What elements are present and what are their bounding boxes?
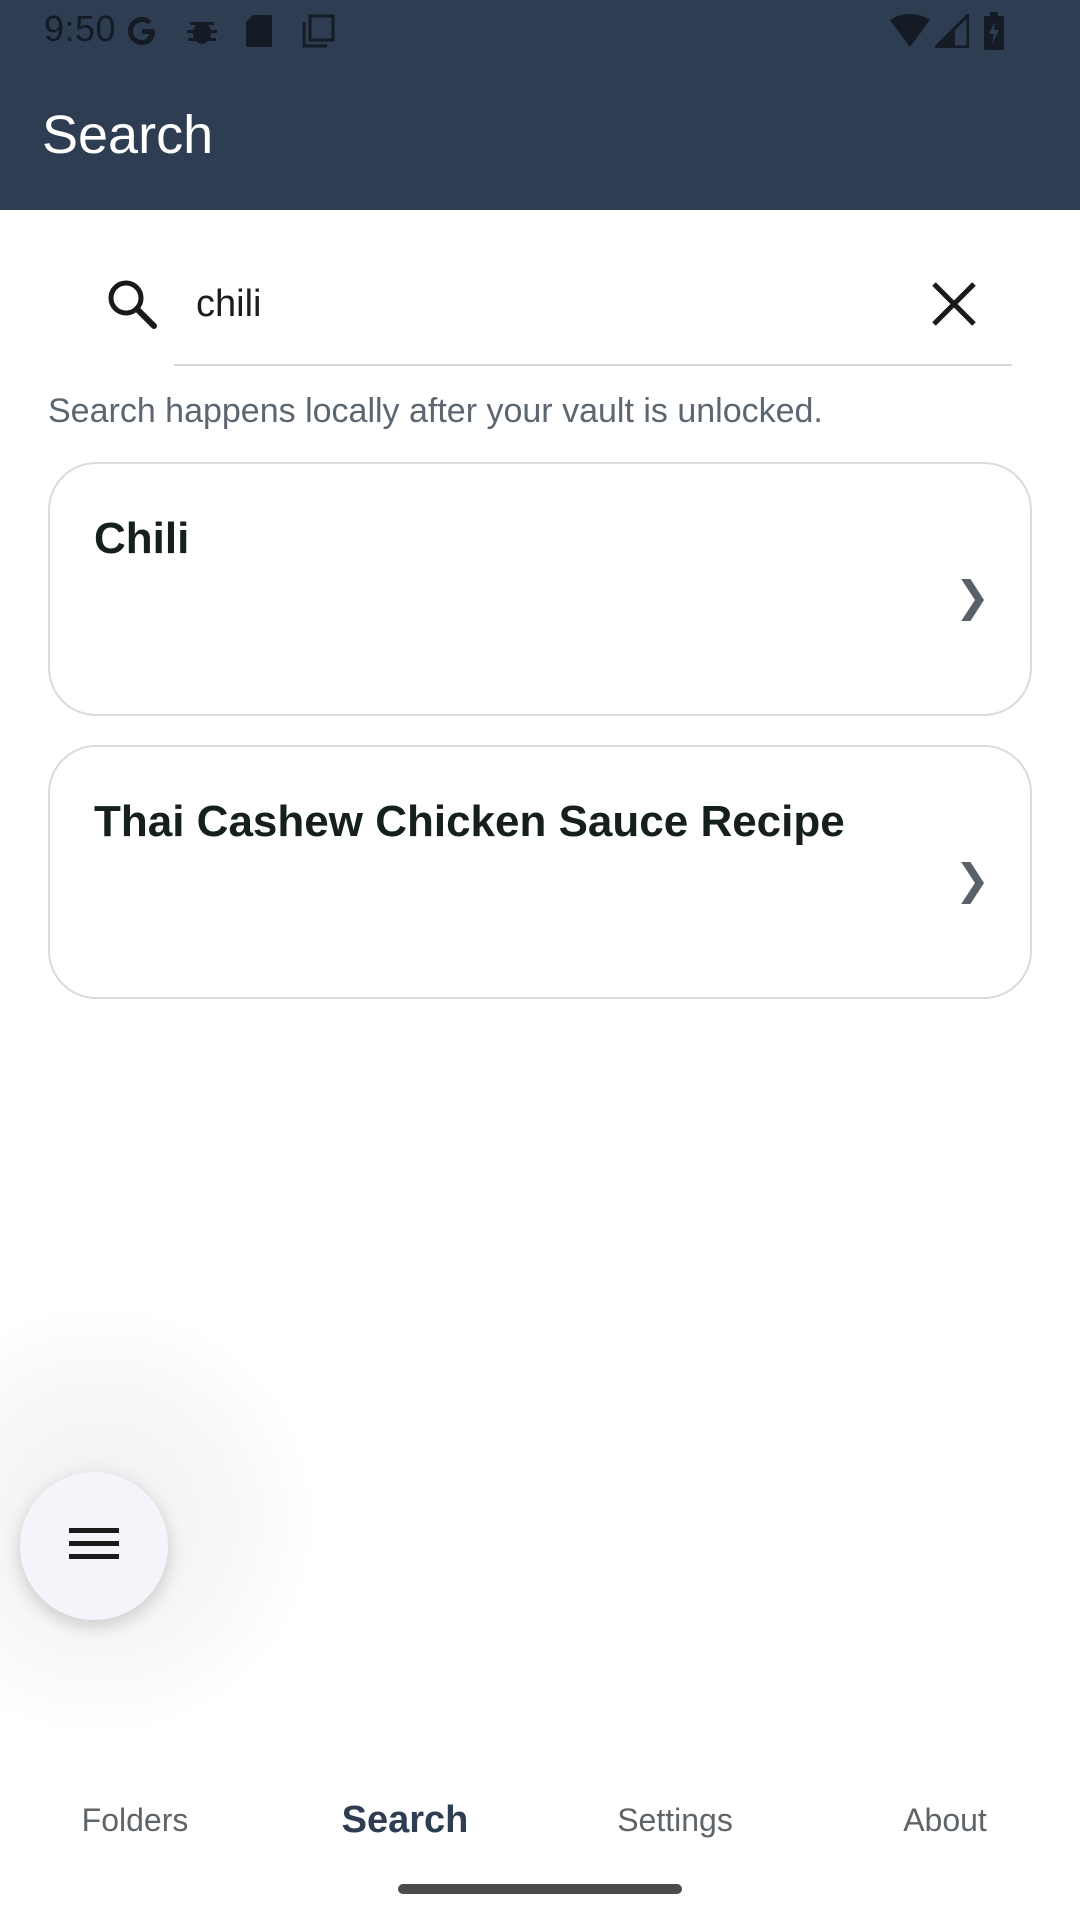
page-title: Search: [42, 105, 214, 165]
chevron-right-icon: ❯: [954, 573, 990, 620]
result-card[interactable]: Chili ❯: [48, 462, 1032, 716]
bottom-navigation: Folders Search Settings About: [0, 1770, 1080, 1870]
result-title: Thai Cashew Chicken Sauce Recipe: [94, 797, 845, 846]
google-icon: [122, 12, 162, 50]
close-icon[interactable]: [928, 278, 980, 330]
battery-charging-icon: [980, 12, 1008, 50]
nav-item-settings[interactable]: Settings: [540, 1770, 810, 1870]
chevron-right-icon: ❯: [954, 856, 990, 903]
nav-item-search[interactable]: Search: [270, 1770, 540, 1870]
copy-icon: [298, 12, 338, 50]
result-card[interactable]: Thai Cashew Chicken Sauce Recipe ❯: [48, 745, 1032, 999]
nav-item-about[interactable]: About: [810, 1770, 1080, 1870]
home-indicator[interactable]: [398, 1884, 682, 1894]
result-title: Chili: [94, 514, 190, 563]
search-hint: Search happens locally after your vault …: [48, 392, 823, 430]
sd-card-icon: [244, 12, 274, 50]
search-underline: [174, 364, 1012, 366]
wifi-icon: [888, 12, 932, 50]
header: 9:50 Search: [0, 0, 1080, 210]
status-time: 9:50: [44, 8, 117, 49]
menu-icon: [69, 1524, 119, 1569]
bug-icon: [184, 12, 220, 50]
nav-item-folders[interactable]: Folders: [0, 1770, 270, 1870]
screen: 9:50 Search chili Search happens locally…: [0, 0, 1080, 1920]
menu-fab-button[interactable]: [20, 1472, 168, 1620]
status-bar: 9:50: [0, 0, 1080, 62]
search-input[interactable]: [196, 272, 896, 336]
signal-icon: [934, 12, 970, 50]
search-icon: [104, 276, 160, 332]
